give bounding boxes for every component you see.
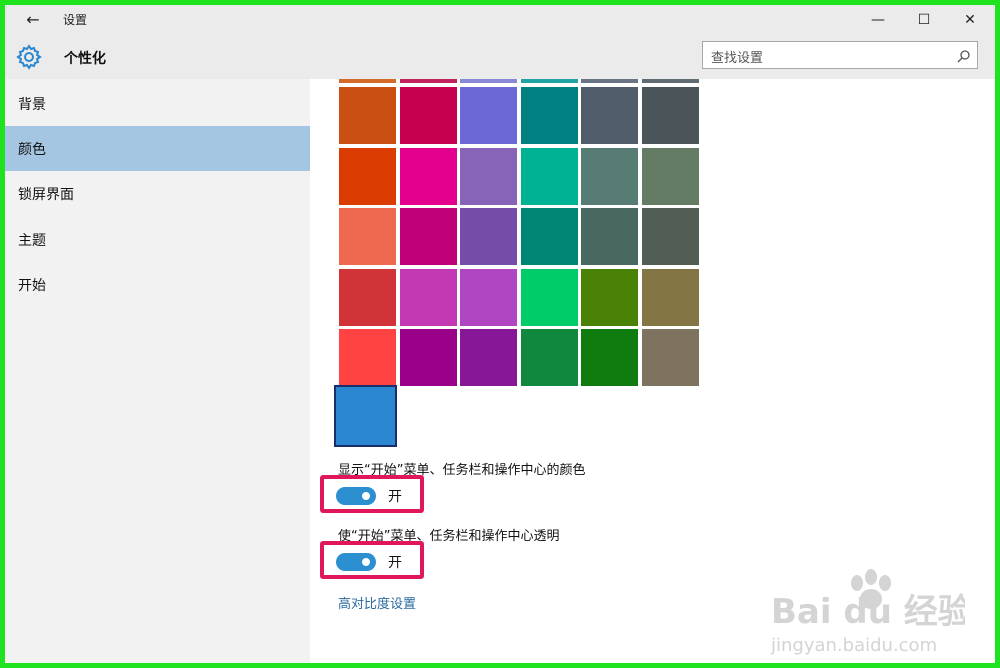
color-swatch[interactable] xyxy=(399,79,457,83)
color-swatch[interactable] xyxy=(581,208,638,265)
color-swatch[interactable] xyxy=(641,268,699,326)
color-swatch[interactable] xyxy=(581,87,638,144)
sidebar-item-lock-screen[interactable]: 锁屏界面 xyxy=(5,171,310,216)
minimize-button[interactable]: — xyxy=(855,5,901,35)
search-icon[interactable] xyxy=(957,49,971,63)
color-swatch[interactable] xyxy=(581,147,638,205)
color-swatch[interactable] xyxy=(339,268,396,326)
color-swatch[interactable] xyxy=(339,147,396,205)
color-swatch[interactable] xyxy=(399,87,457,144)
color-swatch[interactable] xyxy=(520,329,578,386)
toggle-state-label: 开 xyxy=(388,555,402,571)
color-swatch[interactable] xyxy=(460,268,517,326)
toggle-state-label: 开 xyxy=(388,489,402,505)
toggle-show-color-switch[interactable] xyxy=(336,487,376,505)
toggle-show-color-highlight: 开 xyxy=(320,475,424,513)
page-title: 个性化 xyxy=(64,51,106,67)
color-swatch[interactable] xyxy=(460,79,517,83)
selected-color-swatch[interactable] xyxy=(334,385,397,447)
color-swatch[interactable] xyxy=(399,208,457,265)
sidebar-item-label: 主题 xyxy=(18,233,46,249)
color-swatch[interactable] xyxy=(641,208,699,265)
toggle-knob xyxy=(362,558,370,566)
watermark-brand: Bai du 经验 xyxy=(771,592,965,632)
title-bar: ← 设置 — ☐ ✕ xyxy=(5,5,995,35)
color-swatch[interactable] xyxy=(339,208,396,265)
sidebar-item-label: 开始 xyxy=(18,278,46,294)
color-swatch[interactable] xyxy=(641,87,699,144)
color-swatch[interactable] xyxy=(399,329,457,386)
color-swatch[interactable] xyxy=(581,268,638,326)
color-swatch[interactable] xyxy=(339,329,396,386)
color-swatch[interactable] xyxy=(399,268,457,326)
sidebar-item-label: 锁屏界面 xyxy=(18,187,74,203)
sidebar-item-label: 颜色 xyxy=(18,142,46,158)
color-swatch[interactable] xyxy=(339,79,396,83)
color-swatch[interactable] xyxy=(581,79,638,83)
baidu-jingyan-watermark: Bai du 经验 jingyan.baidu.com xyxy=(770,569,965,656)
search-input[interactable]: 查找设置 xyxy=(702,41,978,69)
color-swatch[interactable] xyxy=(641,329,699,386)
back-arrow-icon[interactable]: ← xyxy=(19,9,47,31)
sidebar-item-label: 背景 xyxy=(18,97,46,113)
color-swatch[interactable] xyxy=(460,329,517,386)
high-contrast-settings-link[interactable]: 高对比度设置 xyxy=(338,593,416,612)
sidebar: 背景 颜色 锁屏界面 主题 开始 xyxy=(5,79,310,663)
sidebar-item-background[interactable]: 背景 xyxy=(5,81,310,126)
color-swatch[interactable] xyxy=(460,147,517,205)
color-swatch[interactable] xyxy=(399,147,457,205)
color-swatch[interactable] xyxy=(581,329,638,386)
maximize-button[interactable]: ☐ xyxy=(901,5,947,35)
toggle-knob xyxy=(362,492,370,500)
page-header: 个性化 查找设置 xyxy=(5,35,995,79)
color-swatch[interactable] xyxy=(520,208,578,265)
color-swatch[interactable] xyxy=(520,268,578,326)
color-swatch[interactable] xyxy=(520,147,578,205)
toggle-transparency-highlight: 开 xyxy=(320,541,424,579)
color-swatch[interactable] xyxy=(641,79,699,83)
color-swatch[interactable] xyxy=(520,87,578,144)
color-swatch[interactable] xyxy=(520,79,578,83)
gear-icon xyxy=(16,44,42,70)
window-title: 设置 xyxy=(63,13,88,27)
sidebar-item-start[interactable]: 开始 xyxy=(5,262,310,307)
color-swatch[interactable] xyxy=(460,87,517,144)
search-placeholder: 查找设置 xyxy=(711,51,764,66)
toggle-transparency-switch[interactable] xyxy=(336,553,376,571)
screenshot-frame: ← 设置 — ☐ ✕ 个性化 查找设置 背景 颜色 锁屏界面 主题 开始 显示“… xyxy=(0,0,1000,668)
close-button[interactable]: ✕ xyxy=(947,5,993,35)
sidebar-item-themes[interactable]: 主题 xyxy=(5,217,310,262)
color-swatch[interactable] xyxy=(339,87,396,144)
watermark-url: jingyan.baidu.com xyxy=(770,635,937,656)
color-swatch[interactable] xyxy=(460,208,517,265)
sidebar-item-colors[interactable]: 颜色 xyxy=(5,126,310,171)
color-swatch[interactable] xyxy=(641,147,699,205)
